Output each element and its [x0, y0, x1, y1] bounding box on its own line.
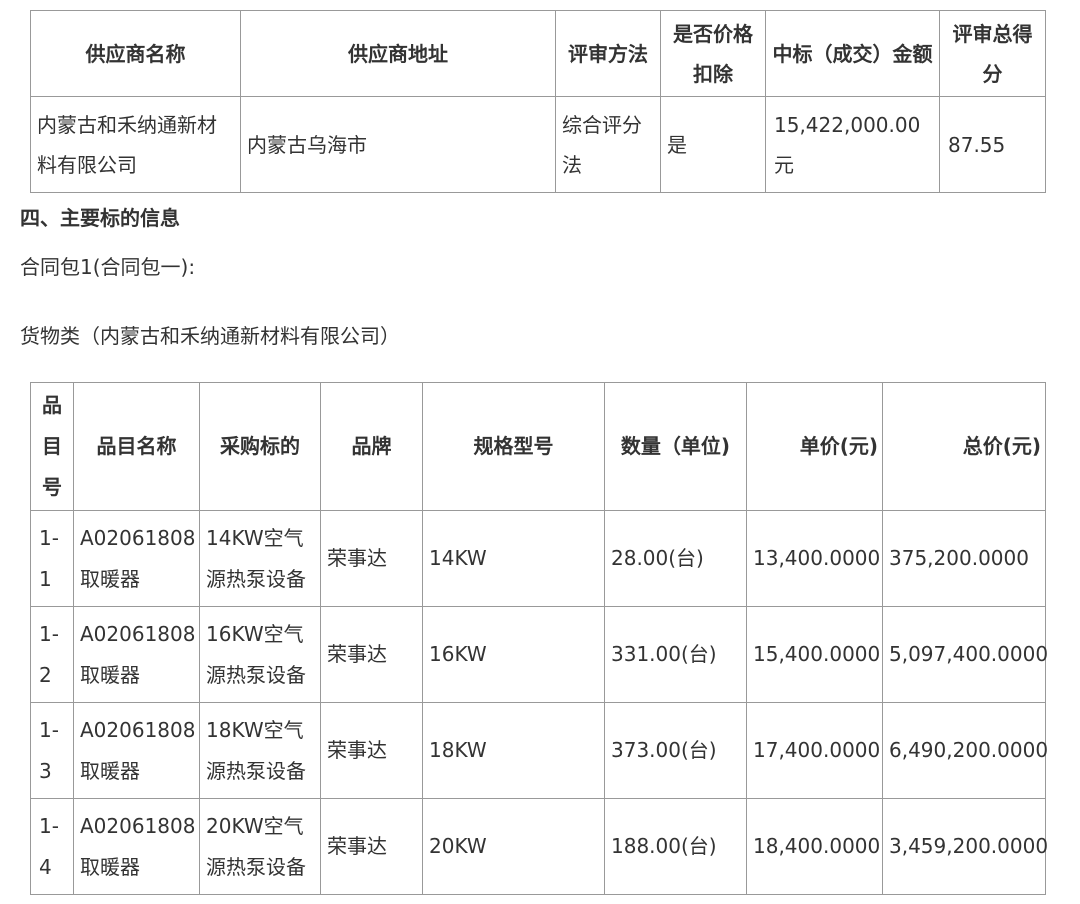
item-total-price: 3,459,200.0000 [882, 798, 1048, 895]
item-quantity: 331.00(台) [604, 606, 747, 703]
supplier-row: 内蒙古和禾纳通新材料有限公司 内蒙古乌海市 综合评分法 是 15,422,000… [30, 96, 1046, 193]
supplier-header-row: 供应商名称 供应商地址 评审方法 是否价格扣除 中标（成交）金额 评审总得分 [30, 10, 1046, 97]
header-supplier-address: 供应商地址 [240, 10, 556, 97]
item-model: 16KW [422, 606, 605, 703]
header-model: 规格型号 [422, 382, 605, 511]
item-quantity: 28.00(台) [604, 510, 747, 607]
item-quantity: 373.00(台) [604, 702, 747, 799]
item-name: 18KW空气源热泵设备 [199, 702, 321, 799]
header-item-no: 品目号 [30, 382, 74, 511]
table-row: 1-3 A02061808取暖器 18KW空气源热泵设备 荣事达 18KW 373.00(… [30, 702, 1048, 799]
price-deduction: 是 [660, 96, 766, 193]
header-procurement-item: 采购标的 [199, 382, 321, 511]
item-quantity: 188.00(台) [604, 798, 747, 895]
header-brand: 品牌 [320, 382, 423, 511]
item-category: A02061808取暖器 [73, 702, 200, 799]
header-total-score: 评审总得分 [939, 10, 1046, 97]
goods-line: 货物类（内蒙古和禾纳通新材料有限公司） [20, 324, 400, 348]
header-unit-price: 单价(元) [746, 382, 883, 511]
item-total-price: 6,490,200.0000 [882, 702, 1048, 799]
item-unit-price: 18,400.0000 [746, 798, 883, 895]
award-amount: 15,422,000.00元 [765, 96, 940, 193]
contract-package: 合同包1(合同包一): [20, 255, 196, 279]
review-method: 综合评分法 [555, 96, 661, 193]
supplier-name: 内蒙古和禾纳通新材料有限公司 [30, 96, 241, 193]
item-no: 1-3 [30, 702, 74, 799]
item-category: A02061808取暖器 [73, 510, 200, 607]
item-brand: 荣事达 [320, 798, 423, 895]
supplier-address: 内蒙古乌海市 [240, 96, 556, 193]
table-row: 1-2 A02061808取暖器 16KW空气源热泵设备 荣事达 16KW 331.00(… [30, 606, 1048, 703]
total-score: 87.55 [939, 96, 1046, 193]
item-brand: 荣事达 [320, 606, 423, 703]
header-award-amount: 中标（成交）金额 [765, 10, 940, 97]
item-no: 1-4 [30, 798, 74, 895]
header-price-deduction: 是否价格扣除 [660, 10, 766, 97]
section-heading: 四、主要标的信息 [20, 206, 180, 230]
supplier-table: 供应商名称 供应商地址 评审方法 是否价格扣除 中标（成交）金额 评审总得分 内… [30, 10, 1046, 193]
item-unit-price: 15,400.0000 [746, 606, 883, 703]
item-model: 20KW [422, 798, 605, 895]
item-name: 20KW空气源热泵设备 [199, 798, 321, 895]
item-model: 18KW [422, 702, 605, 799]
items-table: 品目号 品目名称 采购标的 品牌 规格型号 数量（单位) 单价(元) 总价(元)… [30, 382, 1048, 895]
item-brand: 荣事达 [320, 510, 423, 607]
item-name: 14KW空气源热泵设备 [199, 510, 321, 607]
item-no: 1-2 [30, 606, 74, 703]
item-name: 16KW空气源热泵设备 [199, 606, 321, 703]
items-header-row: 品目号 品目名称 采购标的 品牌 规格型号 数量（单位) 单价(元) 总价(元) [30, 382, 1046, 511]
table-row: 1-4 A02061808取暖器 20KW空气源热泵设备 荣事达 20KW 188.00(… [30, 798, 1048, 895]
item-brand: 荣事达 [320, 702, 423, 799]
item-category: A02061808取暖器 [73, 606, 200, 703]
item-total-price: 375,200.0000 [882, 510, 1046, 607]
item-no: 1-1 [30, 510, 74, 607]
header-supplier-name: 供应商名称 [30, 10, 241, 97]
item-unit-price: 13,400.0000 [746, 510, 883, 607]
item-unit-price: 17,400.0000 [746, 702, 883, 799]
header-review-method: 评审方法 [555, 10, 661, 97]
header-quantity: 数量（单位) [604, 382, 747, 511]
item-category: A02061808取暖器 [73, 798, 200, 895]
item-model: 14KW [422, 510, 605, 607]
header-category: 品目名称 [73, 382, 200, 511]
table-row: 1-1 A02061808取暖器 14KW空气源热泵设备 荣事达 14KW 28.00(台… [30, 510, 1046, 607]
header-total-price: 总价(元) [882, 382, 1046, 511]
item-total-price: 5,097,400.0000 [882, 606, 1048, 703]
